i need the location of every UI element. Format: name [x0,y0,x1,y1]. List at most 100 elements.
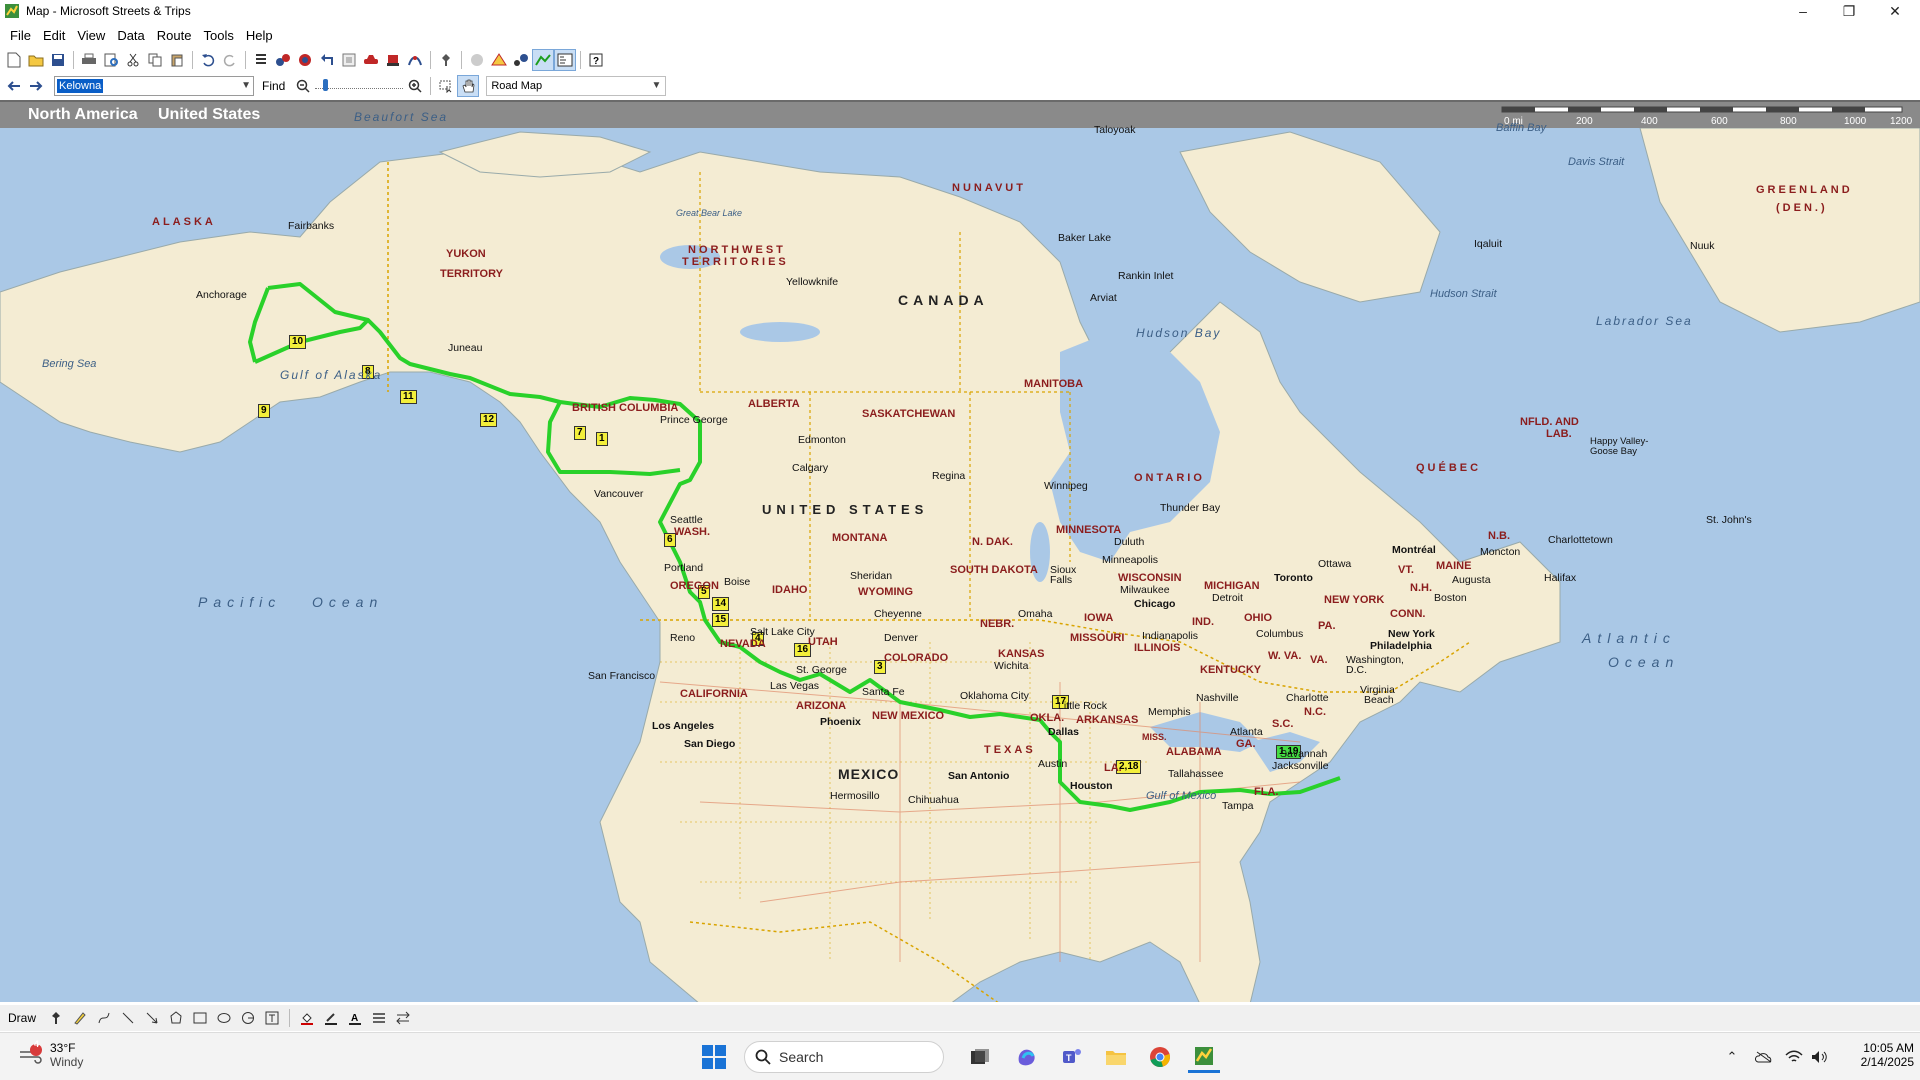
menu-tools[interactable]: Tools [197,28,239,43]
onedrive-icon[interactable] [1754,1047,1774,1067]
copilot-icon[interactable] [1010,1041,1042,1073]
overview-map-icon[interactable] [339,50,359,70]
file-explorer-icon[interactable] [1100,1041,1132,1073]
fuel-icon[interactable] [383,50,403,70]
gps-icon[interactable] [405,50,425,70]
map-view[interactable]: North America United States 0 mi 200 400… [0,100,1920,1002]
route-stop[interactable]: 11 [400,390,417,404]
map-label: Falls [1050,574,1073,586]
task-view-icon[interactable] [964,1041,996,1073]
chrome-icon[interactable] [1144,1041,1176,1073]
copy-icon[interactable] [145,50,165,70]
chevron-down-icon[interactable]: ▼ [241,80,251,91]
search-icon [755,1049,771,1065]
save-icon[interactable] [48,50,68,70]
redo-icon[interactable] [220,50,240,70]
legend-icon[interactable] [554,49,576,71]
freeform-icon[interactable] [94,1008,114,1028]
back-route-icon[interactable] [317,50,337,70]
map-label: MEXICO [838,766,900,782]
menu-route[interactable]: Route [151,28,198,43]
map-label: UNITED STATES [762,502,929,517]
route-planner-icon[interactable] [273,50,293,70]
volume-icon[interactable] [1810,1047,1830,1067]
minimize-button[interactable]: – [1780,0,1826,22]
highlighter-icon[interactable] [70,1008,90,1028]
pushpin-tool-icon[interactable] [436,50,456,70]
route-stop[interactable]: 9 [258,404,270,418]
start-button[interactable] [702,1045,726,1072]
font-color-icon[interactable]: A [345,1008,365,1028]
menu-view[interactable]: View [71,28,111,43]
open-icon[interactable] [26,50,46,70]
zoom-in-icon[interactable] [405,76,425,96]
weather-alert-badge: 4 [34,1039,40,1049]
menu-file[interactable]: File [4,28,37,43]
region-link[interactable]: North America [28,106,138,124]
ellipse-icon[interactable] [214,1008,234,1028]
zoom-out-icon[interactable] [293,76,313,96]
find-input[interactable]: Kelowna ▼ [54,76,254,96]
pan-hand-icon[interactable] [457,75,480,97]
text-box-icon[interactable] [262,1008,282,1028]
route-highlight-icon[interactable] [532,49,554,71]
draw-menu-button[interactable]: Draw [8,1011,36,1025]
teams-icon[interactable]: T [1056,1041,1088,1073]
arrow-style-icon[interactable] [393,1008,413,1028]
help-icon[interactable]: ? [586,50,606,70]
route-stop[interactable]: 7 [574,426,586,440]
car-icon[interactable] [361,50,381,70]
pushpin-icon[interactable] [46,1008,66,1028]
line-style-icon[interactable] [369,1008,389,1028]
traffic-icon[interactable] [511,50,531,70]
map-label: ALBERTA [748,398,800,410]
map-label: Boston [1434,592,1467,604]
menu-data[interactable]: Data [111,28,150,43]
route-stop[interactable]: 10 [289,335,307,349]
find-nearby-icon[interactable] [295,50,315,70]
polygon-icon[interactable] [166,1008,186,1028]
print-icon[interactable] [79,50,99,70]
itinerary-icon[interactable] [251,50,271,70]
cut-icon[interactable] [123,50,143,70]
paste-icon[interactable] [167,50,187,70]
forward-arrow-icon[interactable] [26,76,46,96]
map-label: Rankin Inlet [1118,270,1174,282]
zoom-slider[interactable] [315,76,404,96]
new-icon[interactable] [4,50,24,70]
fill-color-icon[interactable] [297,1008,317,1028]
zoom-thumb[interactable] [323,79,329,91]
route-stop[interactable]: 15 [712,613,730,627]
wifi-icon[interactable] [1784,1047,1804,1067]
rectangle-icon[interactable] [190,1008,210,1028]
find-button[interactable]: Find [262,79,285,93]
print-preview-icon[interactable] [101,50,121,70]
map-label: Seattle [670,514,703,526]
map-style-select[interactable]: Road Map ▼ [486,76,667,96]
weather-widget[interactable]: 4 33°F Windy [18,1039,83,1069]
map-label: OKLA. [1030,712,1065,724]
route-stop[interactable]: 14 [712,597,730,611]
chevron-up-icon[interactable]: ⌃ [1722,1047,1742,1067]
system-clock[interactable]: 10:05 AM 2/14/2025 [1854,1041,1914,1069]
info-icon[interactable] [467,50,487,70]
route-stop[interactable]: 1 [596,432,608,446]
arrow-icon[interactable] [142,1008,162,1028]
menu-help[interactable]: Help [240,28,279,43]
radius-circle-icon[interactable] [238,1008,258,1028]
chevron-down-icon[interactable]: ▼ [651,80,661,91]
route-stop[interactable]: 12 [480,413,498,427]
line-color-icon[interactable] [321,1008,341,1028]
streets-and-trips-icon[interactable] [1188,1041,1220,1073]
country-link[interactable]: United States [158,106,260,124]
line-icon[interactable] [118,1008,138,1028]
back-arrow-icon[interactable] [4,76,24,96]
undo-icon[interactable] [198,50,218,70]
close-button[interactable]: ✕ [1872,0,1918,22]
map-label: Goose Bay [1590,446,1637,457]
restore-button[interactable]: ❐ [1826,0,1872,22]
menu-edit[interactable]: Edit [37,28,71,43]
select-tool-icon[interactable] [436,76,456,96]
taskbar-search[interactable]: Search [744,1041,944,1073]
construction-icon[interactable] [489,50,509,70]
